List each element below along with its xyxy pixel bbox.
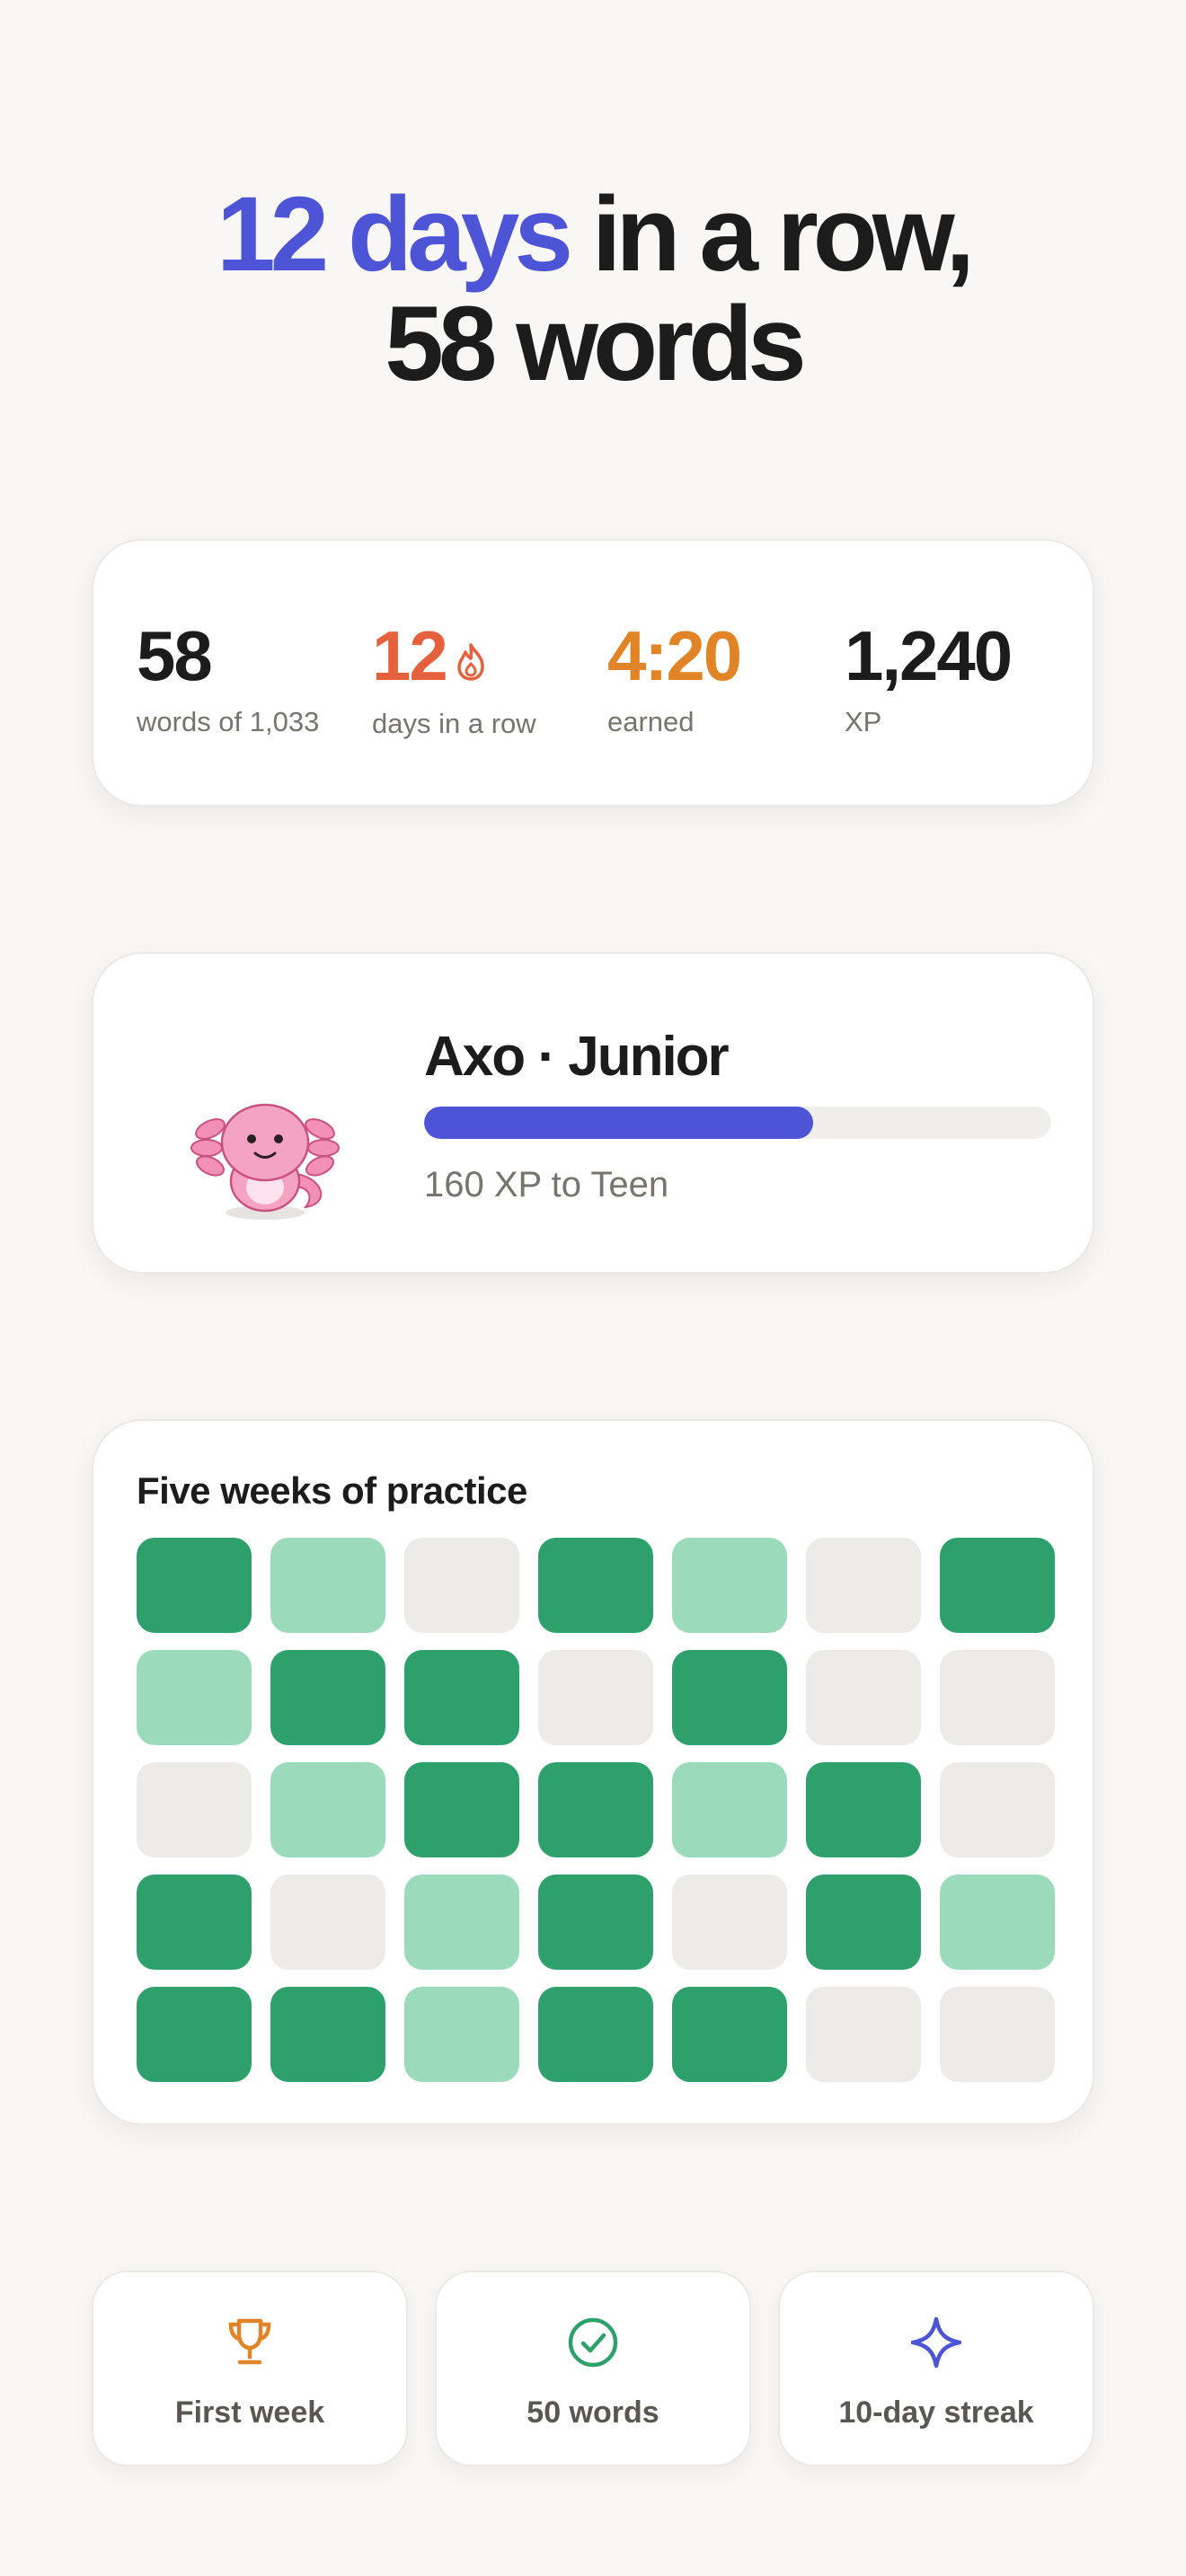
- practice-day-cell: [270, 1762, 385, 1857]
- stats-card: 58 words of 1,033 12 days in a row 4:20 …: [92, 539, 1094, 807]
- stat-words-label: words of 1,033: [137, 706, 320, 737]
- practice-day-cell: [137, 1538, 252, 1633]
- practice-day-cell: [672, 1650, 787, 1745]
- stat-streak-label: days in a row: [372, 708, 536, 740]
- practice-day-cell: [672, 1538, 787, 1633]
- practice-day-cell: [940, 1538, 1055, 1633]
- flame-icon: [456, 620, 486, 695]
- stat-streak-value: 12: [372, 616, 448, 695]
- level-card: Axo · Junior 160 XP to Teen: [92, 952, 1094, 1274]
- practice-day-cell: [538, 1875, 653, 1970]
- stat-streak: 12 days in a row: [372, 618, 536, 742]
- practice-day-cell: [940, 1987, 1055, 2082]
- practice-day-cell: [270, 1538, 385, 1633]
- stat-words-value: 58: [137, 616, 213, 695]
- stat-xp-value: 1,240: [845, 616, 1013, 695]
- headline-accent: 12 days: [216, 175, 573, 294]
- practice-day-cell: [672, 1875, 787, 1970]
- practice-day-cell: [940, 1875, 1055, 1970]
- practice-day-cell: [404, 1650, 519, 1745]
- practice-card: Five weeks of practice: [92, 1419, 1094, 2125]
- practice-day-cell: [538, 1762, 653, 1857]
- practice-day-cell: [806, 1650, 921, 1745]
- badge-first-week-label: First week: [174, 2395, 325, 2430]
- practice-day-cell: [806, 1875, 921, 1970]
- practice-day-cell: [672, 1762, 787, 1857]
- stat-earned-value: 4:20: [607, 616, 742, 695]
- headline: 12 days in a row, 58 words: [0, 180, 1186, 399]
- badge-50-words[interactable]: 50 words: [435, 2271, 751, 2466]
- stat-xp: 1,240 XP: [845, 616, 1013, 740]
- trophy-icon: [93, 2316, 406, 2369]
- badge-10-day-streak-label: 10-day streak: [838, 2395, 1034, 2430]
- practice-day-cell: [806, 1762, 921, 1857]
- practice-day-cell: [270, 1875, 385, 1970]
- headline-line-1: 12 days in a row,: [0, 180, 1186, 289]
- practice-day-cell: [137, 1762, 252, 1857]
- practice-day-cell: [538, 1987, 653, 2082]
- level-subtitle: 160 XP to Teen: [424, 1165, 669, 1204]
- practice-day-cell: [137, 1650, 252, 1745]
- stat-xp-label: XP: [845, 706, 882, 737]
- practice-day-cell: [806, 1538, 921, 1633]
- badge-50-words-label: 50 words: [527, 2395, 659, 2430]
- level-title: Axo · Junior: [424, 1026, 730, 1088]
- practice-day-cell: [270, 1650, 385, 1745]
- headline-rest: in a row,: [567, 175, 975, 294]
- practice-day-cell: [270, 1987, 385, 2082]
- practice-day-cell: [538, 1538, 653, 1633]
- level-progress-fill: [424, 1107, 813, 1139]
- stat-earned-label: earned: [607, 706, 695, 737]
- practice-day-cell: [404, 1987, 519, 2082]
- practice-day-cell: [940, 1650, 1055, 1745]
- practice-title: Five weeks of practice: [137, 1469, 527, 1512]
- level-progress-bar: [424, 1107, 1051, 1139]
- practice-day-cell: [404, 1538, 519, 1633]
- badge-10-day-streak[interactable]: 10-day streak: [778, 2271, 1094, 2466]
- check-circle-icon: [437, 2316, 749, 2369]
- stat-streak-value-row: 12: [372, 618, 536, 695]
- practice-day-cell: [404, 1875, 519, 1970]
- practice-day-cell: [137, 1987, 252, 2082]
- practice-day-cell: [137, 1875, 252, 1970]
- axolotl-mascot-icon: [180, 1089, 350, 1228]
- stat-words: 58 words of 1,033: [137, 618, 319, 740]
- practice-day-cell: [404, 1762, 519, 1857]
- practice-day-cell: [672, 1987, 787, 2082]
- practice-day-cell: [538, 1650, 653, 1745]
- practice-day-cell: [806, 1987, 921, 2082]
- practice-grid: [137, 1538, 1055, 2082]
- sparkle-icon: [780, 2316, 1093, 2369]
- headline-line-2: 58 words: [385, 285, 807, 403]
- practice-day-cell: [940, 1762, 1055, 1857]
- stat-earned: 4:20 earned: [607, 616, 742, 740]
- badge-first-week[interactable]: First week: [92, 2271, 408, 2466]
